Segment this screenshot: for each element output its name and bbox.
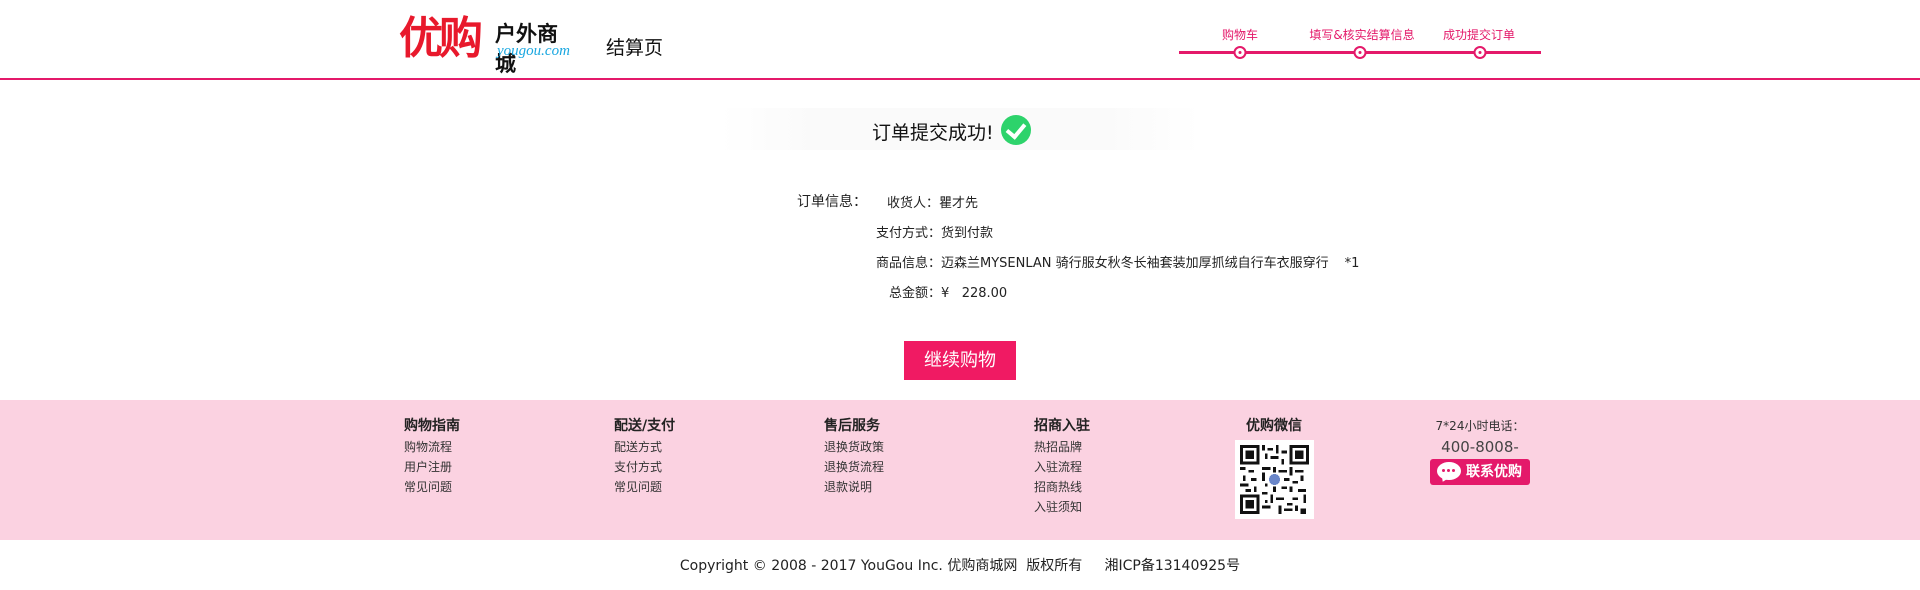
footer-link[interactable]: 购物流程 — [404, 437, 460, 457]
footer-guide-title: 购物指南 — [404, 418, 460, 434]
payment-key: 支付方式： — [876, 226, 942, 241]
currency-symbol: ¥ — [941, 286, 950, 301]
order-total-row: 总金额：¥ 228.00 — [889, 282, 1007, 301]
footer-link[interactable]: 退款说明 — [824, 477, 884, 497]
step-submit-label: 成功提交订单 — [1442, 28, 1516, 42]
logo-domain: yougou.com — [497, 43, 570, 59]
footer-col-merchant: 招商入驻 热招品牌 入驻流程 招商热线 入驻须知 — [1034, 417, 1090, 517]
logo-mark: 优购 — [399, 13, 483, 64]
footer-wechat-title: 优购微信 — [1246, 418, 1302, 434]
receiver-value: 瞿才先 — [939, 196, 979, 211]
footer-link[interactable]: 常见问题 — [614, 477, 675, 497]
footer-link[interactable]: 入驻流程 — [1034, 457, 1090, 477]
footer-aftersale-title: 售后服务 — [824, 418, 880, 434]
chat-bubble-icon — [1437, 462, 1461, 480]
footer-link[interactable]: 热招品牌 — [1034, 437, 1090, 457]
receiver-key: 收货人： — [887, 196, 940, 211]
footer-col-aftersale: 售后服务 退换货政策 退换货流程 退款说明 — [824, 417, 884, 497]
product-key: 商品信息： — [876, 256, 942, 271]
footer-link[interactable]: 退换货政策 — [824, 437, 884, 457]
check-circle-icon — [1001, 115, 1031, 145]
page-title: 结算页 — [606, 37, 664, 59]
footer-link[interactable]: 招商热线 — [1034, 477, 1090, 497]
total-value: 228.00 — [961, 286, 1008, 301]
step-submit-dot — [1473, 46, 1487, 59]
footer-col-guide: 购物指南 购物流程 用户注册 常见问题 — [404, 417, 460, 497]
footer-link[interactable]: 支付方式 — [614, 457, 675, 477]
footer-col-wechat: 优购微信 — [1234, 417, 1314, 437]
total-key: 总金额： — [889, 286, 942, 301]
payment-value: 货到付款 — [941, 226, 994, 241]
order-receiver-row: 收货人：瞿才先 — [887, 192, 978, 211]
success-banner: 订单提交成功! — [720, 108, 1200, 150]
footer-delivery-title: 配送/支付 — [614, 418, 676, 434]
footer-link[interactable]: 入驻须知 — [1034, 497, 1090, 517]
site-footer: 购物指南 购物流程 用户注册 常见问题 配送/支付 配送方式 支付方式 常见问题… — [0, 400, 1920, 540]
order-product-row: 商品信息：迈森兰MYSENLAN 骑行服女秋冬长袖套装加厚抓绒自行车衣服穿行 *1 — [876, 252, 1359, 271]
step-cart-label: 购物车 — [1221, 28, 1259, 42]
footer-link[interactable]: 配送方式 — [614, 437, 675, 457]
contact-us-button[interactable]: 联系优购 — [1430, 459, 1530, 485]
step-fill-info-dot — [1353, 46, 1367, 59]
footer-col-delivery: 配送/支付 配送方式 支付方式 常见问题 — [614, 417, 675, 497]
continue-shopping-button[interactable]: 继续购物 — [904, 341, 1016, 380]
footer-link[interactable]: 退换货流程 — [824, 457, 884, 477]
order-payment-row: 支付方式：货到付款 — [876, 222, 993, 241]
qr-code-icon — [1240, 445, 1309, 514]
site-logo[interactable]: 优购 户外商城 yougou.com — [399, 13, 577, 77]
step-cart-dot — [1233, 46, 1247, 59]
copyright-text: Copyright © 2008 - 2017 YouGou Inc. 优购商城… — [679, 558, 1241, 574]
checkout-progress: 购物车 填写&核实结算信息 成功提交订单 — [1179, 26, 1541, 60]
site-header: 优购 户外商城 yougou.com 结算页 购物车 填写&核实结算信息 成功提… — [0, 0, 1920, 80]
order-info-label: 订单信息： — [797, 194, 867, 210]
step-fill-info-label: 填写&核实结算信息 — [1309, 28, 1415, 42]
footer-link[interactable]: 用户注册 — [404, 457, 460, 477]
hotline-label: 7*24小时电话： — [1435, 419, 1525, 433]
wechat-qr-code — [1235, 440, 1314, 519]
success-message: 订单提交成功! — [872, 122, 994, 144]
contact-us-label: 联系优购 — [1466, 464, 1522, 480]
footer-merchant-title: 招商入驻 — [1034, 418, 1090, 434]
footer-link[interactable]: 常见问题 — [404, 477, 460, 497]
product-value: 迈森兰MYSENLAN 骑行服女秋冬长袖套装加厚抓绒自行车衣服穿行 — [941, 256, 1329, 271]
product-quantity: *1 — [1344, 256, 1360, 271]
